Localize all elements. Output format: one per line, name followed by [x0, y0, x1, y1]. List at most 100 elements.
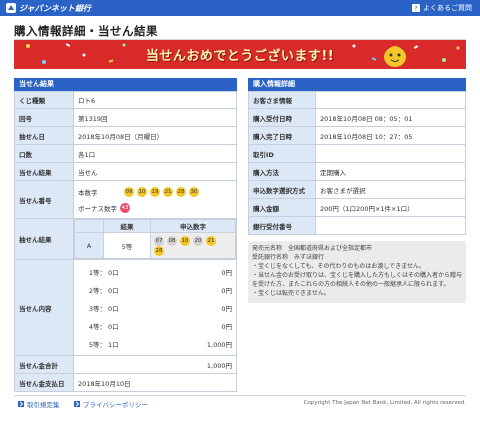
bank-number-label: 銀行受付番号 — [248, 216, 316, 235]
issuer-text: 発売元名称 全国都道府県および全指定都市 — [252, 245, 373, 252]
table-row: 抽せん日 2018年10月08日（月曜日） — [14, 126, 237, 145]
bonus-number-ball: 43 — [120, 202, 130, 213]
bank-logo[interactable]: ジャパンネット銀行 — [6, 2, 91, 14]
result-value: 当せん — [73, 162, 237, 181]
result-label: 当せん結果 — [14, 162, 74, 181]
method-label: 購入方法 — [248, 162, 316, 181]
selection-label: 申込数字選択方式 — [248, 180, 316, 199]
draw-date-label: 抽せん日 — [14, 126, 74, 145]
txn-id-label: 取引ID — [248, 144, 316, 163]
applied-number-ball: 28 — [154, 245, 164, 256]
winning-numbers-label: 当せん番号 — [14, 180, 74, 219]
bank-number-value — [315, 216, 466, 235]
detail-row-id: A — [74, 232, 104, 259]
content-rows: 1等： 0口 0円 2等： 0口 0円 3等： 0口 0円 4等： 0口 0円 5等： 1口 1,000円 — [78, 263, 232, 353]
help-icon: ? — [412, 4, 420, 12]
complete-time-label: 購入完了日時 — [248, 126, 316, 145]
copyright: Copyright The Japan Net Bank, Limited. A… — [303, 400, 466, 406]
table-row: 抽せん結果 結果 申込数字 A 5等 07 08 10 20 21 28 — [14, 218, 237, 260]
content-label: 当せん内容 — [14, 259, 74, 356]
prize-grade: 2等： — [88, 286, 106, 295]
footer-divider — [14, 395, 466, 396]
round-label: 回号 — [14, 108, 74, 127]
winning-number-ball: 28 — [176, 186, 186, 197]
table-row: 当せん金合計 1,000円 — [14, 355, 237, 374]
winning-number-ball: 09 — [124, 186, 134, 197]
prize-count: 0口 — [108, 286, 119, 295]
table-row: 当せん番号 本数字 09 10 19 21 28 30 ボーナス数字 43 — [14, 180, 237, 219]
prize-amount: 1,000円 — [206, 340, 232, 349]
notes-box: 発売元名称 全国都道府県および全指定都市 受託銀行名称 みずほ銀行 ・宝くじをな… — [248, 241, 466, 303]
table-row: 購入完了日時 2018年10月08日 10：27：05 — [248, 126, 466, 145]
prize-grade: 5等： — [88, 340, 106, 349]
table-row: 購入金額 200円（1口200円×1件×1口） — [248, 198, 466, 217]
table-row: 申込数字選択方式 お客さまが選択 — [248, 180, 466, 199]
applied-number-ball: 08 — [167, 235, 177, 246]
detail-cell: 結果 申込数字 A 5等 07 08 10 20 21 28 — [73, 218, 237, 260]
payout-date-label: 当せん金支払日 — [14, 373, 74, 392]
table-row: 銀行受付番号 — [248, 216, 466, 235]
purchase-table: お客さま情報 購入受付日時 2018年10月08日 08：05：01 購入完了日… — [248, 91, 466, 235]
detail-row-numbers: 07 08 10 20 21 28 — [154, 235, 219, 256]
prize-grade: 4等： — [88, 322, 106, 331]
purchase-panel: 購入情報詳細 お客さま情報 購入受付日時 2018年10月08日 08：05：0… — [248, 78, 466, 235]
prize-amount: 0円 — [221, 268, 232, 277]
prize-grade: 1等： — [88, 268, 106, 277]
applied-number-ball: 21 — [206, 235, 216, 246]
prize-count: 0口 — [108, 268, 119, 277]
faq-label: よくあるご質問 — [423, 4, 472, 12]
table-row: 口数 各1口 — [14, 144, 237, 163]
kuji-type-value: ロト6 — [73, 91, 237, 109]
amount-value: 200円（1口200円×1件×1口） — [315, 198, 466, 217]
table-row: 当せん金支払日 2018年10月10日 — [14, 373, 237, 392]
round-value: 第1319回 — [73, 108, 237, 127]
arrow-right-icon — [74, 401, 80, 407]
table-row: くじ種類 ロト6 — [14, 91, 237, 109]
winning-numbers-cell: 本数字 09 10 19 21 28 30 ボーナス数字 43 — [73, 180, 237, 219]
prize-amount: 0円 — [221, 304, 232, 313]
notes-list: ・宝くじをなくしても、その代わりのものはお渡しできません。 ・当せん金のお受け取り… — [252, 262, 462, 298]
prize-grade: 3等： — [88, 304, 106, 313]
arrow-right-icon — [18, 401, 24, 407]
main-numbers: 09 10 19 21 28 30 — [124, 186, 202, 197]
detail-row-result: 5等 — [103, 232, 151, 259]
table-row: 取引ID — [248, 144, 466, 163]
detail-col-result: 結果 — [103, 219, 151, 233]
table-row: 購入受付日時 2018年10月08日 08：05：01 — [248, 108, 466, 127]
customer-value — [315, 91, 466, 109]
winning-number-ball: 30 — [189, 186, 199, 197]
total-value: 1,000円 — [73, 355, 237, 374]
table-row: お客さま情報 — [248, 91, 466, 109]
congrats-banner: 当せんおめでとうございます!! — [14, 40, 466, 69]
winning-number-ball: 10 — [137, 186, 147, 197]
draw-date-value: 2018年10月08日（月曜日） — [73, 126, 237, 145]
result-table: くじ種類 ロト6 回号 第1319回 抽せん日 2018年10月08日（月曜日）… — [14, 91, 237, 392]
units-label: 口数 — [14, 144, 74, 163]
detail-label: 抽せん結果 — [14, 218, 74, 260]
prize-row: 3等： 0口 0円 — [78, 299, 232, 317]
customer-label: お客さま情報 — [248, 91, 316, 109]
units-value: 各1口 — [73, 144, 237, 163]
winning-number-ball: 19 — [150, 186, 160, 197]
logo-text: ジャパンネット銀行 — [19, 3, 91, 13]
privacy-link[interactable]: プライバシーポリシー — [74, 399, 148, 409]
prize-amount: 0円 — [221, 322, 232, 331]
mascot-icon — [384, 46, 406, 67]
privacy-link-label: プライバシーポリシー — [83, 401, 148, 409]
note-item: ・宝くじは転売できません。 — [252, 290, 330, 297]
terms-link[interactable]: 取引規定集 — [18, 399, 60, 409]
amount-label: 購入金額 — [248, 198, 316, 217]
winning-number-ball: 21 — [163, 186, 173, 197]
bank-text: 受託銀行名称 みずほ銀行 — [252, 254, 325, 261]
prize-row: 1等： 0口 0円 — [78, 263, 232, 281]
txn-id-value — [315, 144, 466, 163]
prize-count: 0口 — [108, 322, 119, 331]
svg-text:?: ? — [414, 6, 417, 13]
total-label: 当せん金合計 — [14, 355, 74, 374]
detail-table: 結果 申込数字 A 5等 07 08 10 20 21 28 — [74, 219, 236, 259]
selection-value: お客さまが選択 — [315, 180, 466, 199]
bonus-label: ボーナス数字 — [78, 204, 117, 213]
logo-icon — [6, 3, 16, 13]
faq-link[interactable]: ? よくあるご質問 — [412, 3, 472, 13]
prize-count: 1口 — [108, 340, 119, 349]
